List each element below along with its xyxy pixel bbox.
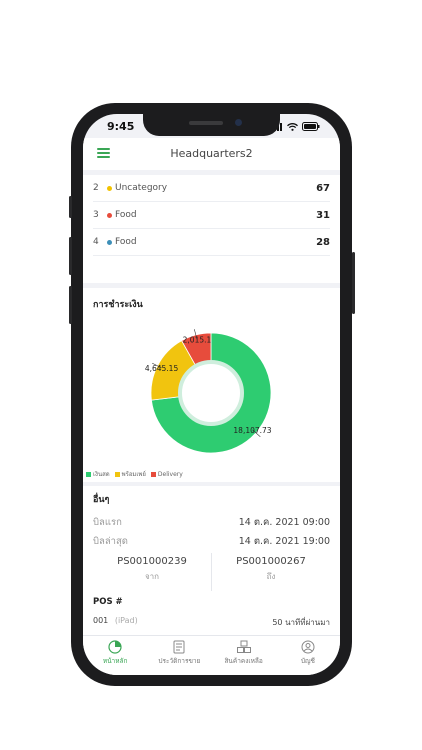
category-count: 31 (316, 209, 330, 221)
phone-side-button (69, 237, 72, 275)
camera (235, 119, 242, 126)
tab-inventory[interactable]: สินค้าคงเหลือ (212, 636, 276, 675)
category-index: 3 (93, 210, 99, 220)
pie-value-label: 2,015.1 (183, 335, 212, 344)
legend-item: เงินสด (86, 469, 110, 479)
status-time: 9:45 (107, 120, 135, 133)
tab-home-label: หน้าหลัก (102, 657, 128, 665)
other-card: อื่นๆ บิลแรก 14 ต.ค. 2021 09:00 บิลล่าสุ… (83, 486, 340, 636)
category-row[interactable]: 3 Food 31 (93, 202, 330, 229)
first-bill-label: บิลแรก (93, 517, 122, 528)
pos-title: POS # (93, 597, 123, 607)
bottom-tab-bar: หน้าหลัก ประวัติการขาย สินค้าคงเหลือ บัญ… (83, 635, 340, 675)
donut-hole (178, 360, 244, 426)
tab-sales-history-label: ประวัติการขาย (158, 657, 201, 665)
category-row[interactable]: 4 Food 28 (93, 229, 330, 256)
pie-chart-icon (108, 640, 122, 654)
category-dot (107, 185, 112, 191)
tab-inventory-label: สินค้าคงเหลือ (224, 657, 263, 665)
pos-id: 001 (93, 616, 109, 625)
category-count: 28 (316, 236, 330, 248)
bill-to-label: ถึง (266, 572, 276, 581)
legend-label: Delivery (157, 470, 183, 478)
legend-swatch (114, 472, 120, 477)
legend-swatch (150, 471, 156, 477)
category-name: Food (115, 237, 137, 247)
payment-card: การชำระเงิน 18,107.73 4,645.15 2,015.1 เงิ… (83, 288, 340, 482)
category-name: Uncategory (115, 183, 168, 193)
last-bill-label: บิลล่าสุด (93, 536, 128, 547)
legend-label: พร้อมเพย์ (121, 471, 146, 478)
category-dot (107, 239, 112, 245)
receipt-icon (173, 640, 185, 654)
pos-row[interactable]: 001 (iPad) 50 นาทีที่ผ่านมา (93, 616, 330, 629)
category-dot (107, 212, 112, 218)
bill-from: PS001000239 จาก (93, 553, 212, 591)
tab-account[interactable]: บัญชี (276, 636, 340, 675)
wifi-icon (287, 122, 298, 131)
category-count: 67 (316, 182, 330, 194)
bill-to: PS001000267 ถึง (212, 553, 330, 591)
tab-sales-history[interactable]: ประวัติการขาย (147, 636, 211, 675)
category-row[interactable]: 2 Uncategory 67 (93, 175, 330, 202)
bill-times: บิลแรก 14 ต.ค. 2021 09:00 บิลล่าสุด 14 ต… (93, 513, 330, 551)
category-card: 2 Uncategory 67 3 Food 31 4 Food 28 (83, 175, 340, 283)
page-title: Headquarters2 (170, 147, 253, 160)
phone-side-button (69, 196, 72, 218)
category-index: 2 (93, 183, 99, 193)
payment-donut-chart: 18,107.73 4,645.15 2,015.1 (145, 329, 272, 454)
legend-item: Delivery (150, 470, 183, 478)
legend-swatch (86, 472, 91, 477)
phone-side-button (352, 252, 355, 314)
first-bill-row: บิลแรก 14 ต.ค. 2021 09:00 (93, 513, 330, 532)
category-index: 4 (93, 237, 99, 247)
tab-home[interactable]: หน้าหลัก (83, 636, 147, 675)
bill-to-number: PS001000267 (236, 556, 306, 567)
battery-icon (302, 122, 320, 131)
last-bill-row: บิลล่าสุด 14 ต.ค. 2021 19:00 (93, 532, 330, 551)
phone-side-button (69, 286, 72, 324)
account-icon (301, 640, 315, 654)
speaker (189, 121, 223, 125)
category-list: 2 Uncategory 67 3 Food 31 4 Food 28 (83, 175, 340, 256)
app-screen: 9:45 Headquarters2 2 Uncategory 67 3 Foo… (83, 114, 340, 675)
first-bill-value: 14 ต.ค. 2021 09:00 (238, 517, 330, 528)
chart-legend: เงินสด พร้อมเพย์ Delivery (86, 469, 183, 479)
notch (143, 114, 280, 136)
pos-id-group: 001 (iPad) (93, 616, 138, 629)
legend-label: เงินสด (93, 471, 110, 478)
bill-from-number: PS001000239 (117, 556, 187, 567)
other-title: อื่นๆ (93, 495, 110, 505)
pos-device: (iPad) (114, 616, 138, 625)
bill-range: PS001000239 จาก PS001000267 ถึง (93, 553, 330, 591)
pie-value-label: 4,645.15 (145, 364, 179, 373)
category-name: Food (115, 210, 137, 220)
pos-time: 50 นาทีที่ผ่านมา (272, 618, 330, 627)
legend-item: พร้อมเพย์ (114, 469, 146, 479)
last-bill-value: 14 ต.ค. 2021 19:00 (238, 536, 330, 547)
payment-title: การชำระเงิน (93, 300, 143, 310)
pie-value-label: 18,107.73 (233, 426, 271, 435)
top-navbar: Headquarters2 (83, 138, 340, 170)
boxes-icon (236, 640, 251, 653)
tab-account-label: บัญชี (300, 657, 315, 665)
bill-from-label: จาก (144, 572, 160, 581)
